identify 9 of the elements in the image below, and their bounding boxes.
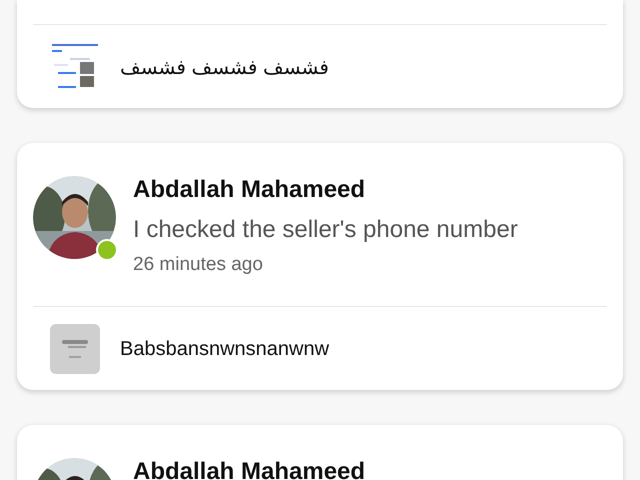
listing-title: Babsbansnwnsnanwnw — [120, 338, 330, 360]
message-time: 26 minutes ago — [133, 254, 264, 276]
sender-name: Abdallah Mahameed — [133, 458, 366, 480]
listing-title: فشسف فشسف فشسف — [120, 56, 329, 80]
conversation-card[interactable]: Abdallah Mahameed I checked the seller's phone number 26 minutes ago Babsbansnwnsnanwnw — [17, 143, 623, 390]
conversation-card[interactable]: فشسف فشسف فشسف — [17, 0, 623, 108]
sender-name: Abdallah Mahameed — [133, 176, 366, 204]
message-preview: I checked the seller's phone number — [133, 216, 518, 244]
conversation-card[interactable]: Abdallah Mahameed — [17, 425, 623, 480]
